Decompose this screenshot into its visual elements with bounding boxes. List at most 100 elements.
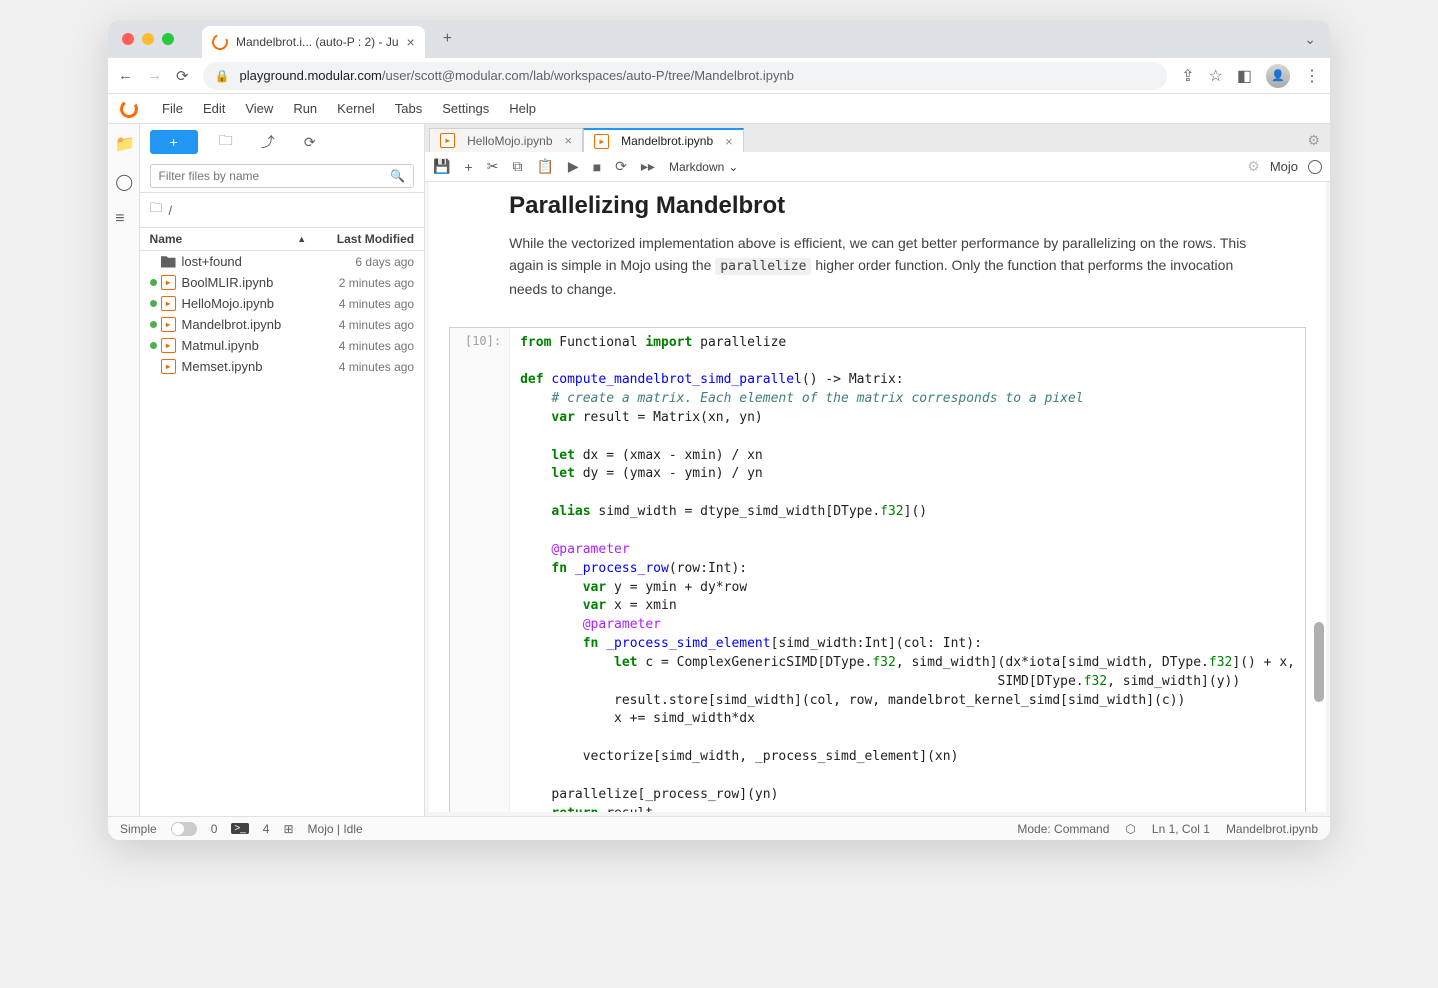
menu-view[interactable]: View	[245, 101, 273, 116]
document-tab-hellomojo[interactable]: HelloMojo.ipynb ×	[429, 128, 583, 152]
browser-tab-active[interactable]: Mandelbrot.i... (auto-P : 2) - Ju ×	[202, 26, 425, 58]
file-item-notebook[interactable]: HelloMojo.ipynb 4 minutes ago	[140, 293, 425, 314]
notebook-content[interactable]: Parallelizing Mandelbrot While the vecto…	[429, 182, 1326, 812]
sort-asc-icon[interactable]: ▲	[297, 234, 306, 244]
url-bar[interactable]: 🔒 playground.modular.com/user/scott@modu…	[203, 62, 1168, 90]
scrollbar-thumb[interactable]	[1314, 622, 1324, 702]
file-name: Mandelbrot.ipynb	[182, 317, 339, 332]
run-all-icon[interactable]: ▸▸	[641, 158, 655, 175]
execution-prompt: [10]:	[450, 328, 510, 812]
file-item-folder[interactable]: lost+found 6 days ago	[140, 251, 425, 272]
folder-icon	[161, 254, 176, 269]
kernel-name[interactable]: Mojo	[1270, 159, 1298, 174]
chrome-menu-icon[interactable]: ⋮	[1304, 66, 1320, 86]
restart-icon[interactable]: ⟳	[615, 158, 627, 175]
markdown-cell[interactable]: Parallelizing Mandelbrot While the vecto…	[449, 192, 1306, 321]
menu-file[interactable]: File	[162, 101, 183, 116]
kernel-status-icon[interactable]	[1308, 160, 1322, 174]
chrome-tab-strip: Mandelbrot.i... (auto-P : 2) - Ju × + ⌄	[108, 20, 1330, 58]
file-browser-toolbar: + 🗀 ⤴ ⟳	[140, 124, 425, 160]
menu-kernel[interactable]: Kernel	[337, 101, 375, 116]
simple-mode-label: Simple	[120, 822, 157, 836]
new-tab-button[interactable]: +	[443, 30, 452, 48]
file-filter-input[interactable]: Filter files by name 🔍	[150, 164, 415, 188]
cpu-icon[interactable]: ⊞	[283, 822, 293, 836]
close-tab-icon[interactable]: ×	[565, 133, 573, 148]
menu-settings[interactable]: Settings	[442, 101, 489, 116]
upload-icon[interactable]: ⤴	[254, 132, 282, 152]
nav-reload-button[interactable]: ⟳	[176, 67, 189, 85]
cell-type-dropdown[interactable]: Markdown ⌄	[669, 160, 738, 174]
file-item-notebook[interactable]: Memset.ipynb 4 minutes ago	[140, 356, 425, 377]
cut-icon[interactable]: ✂	[487, 158, 499, 175]
terminal-icon[interactable]: >_	[231, 823, 248, 834]
file-modified: 2 minutes ago	[339, 276, 414, 290]
new-folder-icon[interactable]: 🗀	[212, 130, 240, 154]
file-name: BoolMLIR.ipynb	[182, 275, 339, 290]
window-minimize-button[interactable]	[142, 33, 154, 45]
notebook-icon	[161, 275, 176, 290]
file-item-notebook[interactable]: Mandelbrot.ipynb 4 minutes ago	[140, 314, 425, 335]
close-tab-icon[interactable]: ×	[407, 34, 415, 50]
debugger-icon[interactable]: ⚙	[1247, 158, 1260, 175]
running-dot	[150, 321, 157, 328]
share-icon[interactable]: ⇪	[1181, 66, 1194, 86]
file-name: Matmul.ipynb	[182, 338, 339, 353]
chrome-actions: ⇪ ☆ ◧ 👤 ⋮	[1181, 64, 1320, 88]
nav-back-button[interactable]: ←	[118, 67, 133, 84]
window-maximize-button[interactable]	[162, 33, 174, 45]
chrome-expand-icon[interactable]: ⌄	[1304, 31, 1316, 48]
jupyter-body: 📁 ◯ ≡ + 🗀 ⤴ ⟳ Filter files by name 🔍 🗀 /	[108, 124, 1330, 816]
run-icon[interactable]: ▶	[568, 158, 579, 175]
running-dot	[150, 279, 157, 286]
header-name[interactable]: Name	[150, 232, 183, 246]
code-editor[interactable]: from Functional import parallelize def c…	[510, 328, 1305, 812]
stop-icon[interactable]: ■	[593, 159, 601, 175]
file-modified: 4 minutes ago	[339, 318, 414, 332]
filename-status: Mandelbrot.ipynb	[1226, 822, 1318, 836]
menu-run[interactable]: Run	[293, 101, 317, 116]
browser-tab-title: Mandelbrot.i... (auto-P : 2) - Ju	[236, 35, 399, 49]
nav-forward-button[interactable]: →	[147, 67, 162, 84]
file-item-notebook[interactable]: Matmul.ipynb 4 minutes ago	[140, 335, 425, 356]
filter-placeholder: Filter files by name	[159, 169, 260, 183]
header-modified[interactable]: Last Modified	[314, 232, 414, 246]
notebook-icon	[440, 133, 455, 148]
simple-mode-toggle[interactable]	[171, 822, 197, 836]
save-icon[interactable]: 💾	[433, 158, 450, 175]
status-bar: Simple 0 >_ 4 ⊞ Mojo | Idle Mode: Comman…	[108, 816, 1330, 840]
menu-tabs[interactable]: Tabs	[395, 101, 422, 116]
document-tab-mandelbrot[interactable]: Mandelbrot.ipynb ×	[583, 128, 744, 152]
close-tab-icon[interactable]: ×	[725, 134, 733, 149]
side-panel-icon[interactable]: ◧	[1237, 66, 1252, 86]
add-cell-icon[interactable]: +	[465, 159, 473, 175]
trust-icon[interactable]: ⬡	[1125, 822, 1135, 836]
notebook-toolbar: 💾 + ✂ ⧉ 📋 ▶ ■ ⟳ ▸▸ Markdown ⌄ ⚙ Mojo	[425, 152, 1330, 182]
menu-edit[interactable]: Edit	[203, 101, 225, 116]
running-kernels-icon[interactable]: ◯	[115, 172, 131, 188]
breadcrumb[interactable]: 🗀 /	[140, 192, 425, 228]
paste-icon[interactable]: 📋	[536, 158, 553, 175]
refresh-icon[interactable]: ⟳	[296, 134, 324, 151]
document-tabs: HelloMojo.ipynb × Mandelbrot.ipynb × ⚙	[425, 124, 1330, 152]
code-cell[interactable]: [10]: from Functional import parallelize…	[449, 327, 1306, 812]
menu-help[interactable]: Help	[509, 101, 536, 116]
file-name: HelloMojo.ipynb	[182, 296, 339, 311]
breadcrumb-path: /	[169, 203, 173, 218]
window-close-button[interactable]	[122, 33, 134, 45]
copy-icon[interactable]: ⧉	[512, 158, 522, 175]
address-bar-row: ← → ⟳ 🔒 playground.modular.com/user/scot…	[108, 58, 1330, 94]
profile-avatar[interactable]: 👤	[1266, 64, 1290, 88]
url-host: playground.modular.com	[240, 68, 382, 83]
table-of-contents-icon[interactable]: ≡	[115, 210, 131, 226]
file-name: lost+found	[182, 254, 356, 269]
markdown-paragraph: While the vectorized implementation abov…	[509, 232, 1256, 301]
property-inspector-icon[interactable]: ⚙	[1307, 132, 1320, 149]
bookmark-icon[interactable]: ☆	[1209, 66, 1223, 86]
new-launcher-button[interactable]: +	[150, 130, 198, 154]
file-browser-icon[interactable]: 📁	[115, 134, 131, 150]
notebook-icon	[161, 317, 176, 332]
search-icon: 🔍	[390, 169, 405, 183]
activity-bar: 📁 ◯ ≡	[108, 124, 140, 816]
file-item-notebook[interactable]: BoolMLIR.ipynb 2 minutes ago	[140, 272, 425, 293]
